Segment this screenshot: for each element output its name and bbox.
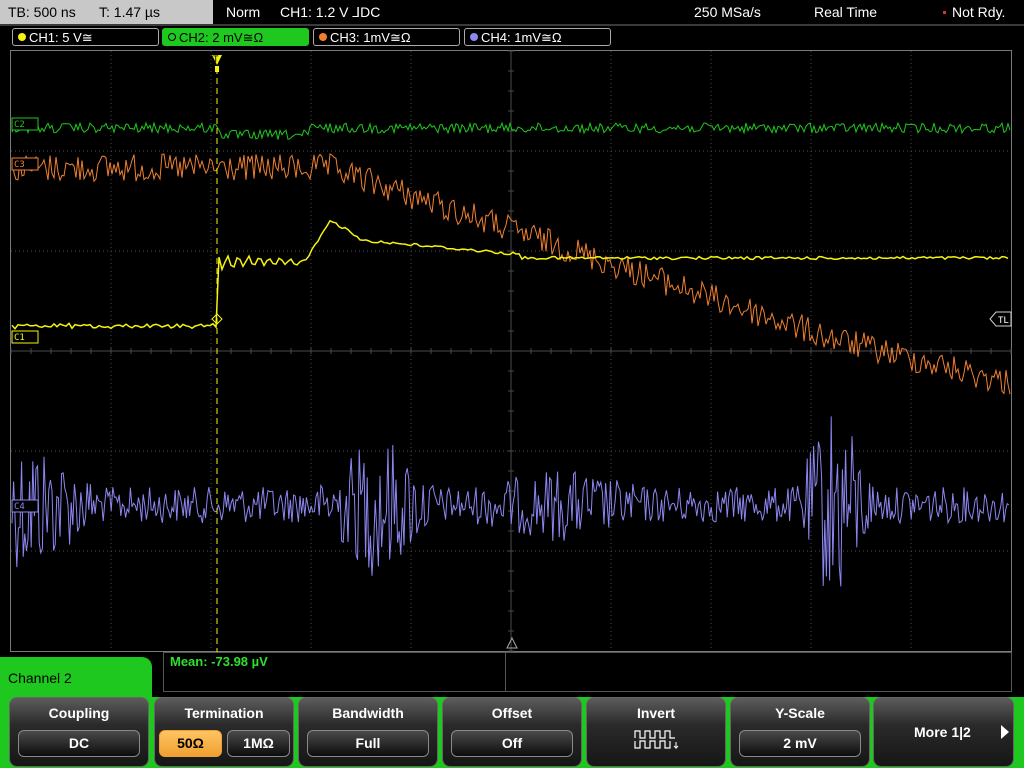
offset-title: Offset xyxy=(491,705,533,721)
coupling-title: Coupling xyxy=(48,705,110,721)
termination-50ohm-button[interactable]: 50Ω xyxy=(159,730,222,757)
yscale-title: Y-Scale xyxy=(775,705,825,721)
more-softkey[interactable]: More 1|2 xyxy=(873,697,1014,767)
ch3-marker-label: C3 xyxy=(14,160,25,170)
ch4-trace xyxy=(11,416,1010,587)
yscale-softkey[interactable]: Y-Scale 2 mV xyxy=(730,697,870,767)
termination-title: Termination xyxy=(184,705,264,721)
ch3-ground-marker[interactable]: C3 xyxy=(11,157,39,171)
trigger-position-label: T xyxy=(213,55,219,65)
ch2-ground-marker[interactable]: C2 xyxy=(11,117,39,131)
more-label: More 1|2 xyxy=(914,724,971,740)
measurement-divider xyxy=(505,652,506,692)
invert-waveform-icon xyxy=(634,730,679,750)
menu-title-tab: Channel 2 xyxy=(0,657,152,697)
coupling-softkey[interactable]: Coupling DC xyxy=(9,697,149,767)
termination-softkey[interactable]: Termination 50Ω 1MΩ xyxy=(154,697,294,767)
ch4-ground-marker[interactable]: C4 xyxy=(11,499,39,513)
invert-title: Invert xyxy=(636,705,676,721)
bandwidth-value-button[interactable]: Full xyxy=(307,730,429,757)
measurement-mean[interactable]: Mean: -73.98 µV xyxy=(170,654,268,669)
graticule xyxy=(10,50,1012,652)
coupling-value-button[interactable]: DC xyxy=(18,730,140,757)
ch1-ground-marker[interactable]: C1 xyxy=(11,330,39,344)
bandwidth-softkey[interactable]: Bandwidth Full xyxy=(298,697,438,767)
ch2-marker-label: C2 xyxy=(14,120,25,130)
ch1-marker-label: C1 xyxy=(14,333,25,343)
invert-softkey[interactable]: Invert xyxy=(586,697,726,767)
yscale-value-button[interactable]: 2 mV xyxy=(739,730,861,757)
offset-softkey[interactable]: Offset Off xyxy=(442,697,582,767)
bandwidth-title: Bandwidth xyxy=(332,705,404,721)
trigger-level-label: TL xyxy=(998,316,1009,326)
measurement-panel xyxy=(163,652,1012,692)
menu-title: Channel 2 xyxy=(8,670,72,686)
next-page-arrow-icon xyxy=(1001,725,1009,739)
ch1-trace xyxy=(11,219,1009,330)
ch4-marker-label: C4 xyxy=(14,502,25,512)
trigger-position-stem xyxy=(215,66,219,72)
horizontal-position-marker-icon xyxy=(506,636,518,649)
termination-1mohm-button[interactable]: 1MΩ xyxy=(227,730,290,757)
offset-value-button[interactable]: Off xyxy=(451,730,573,757)
